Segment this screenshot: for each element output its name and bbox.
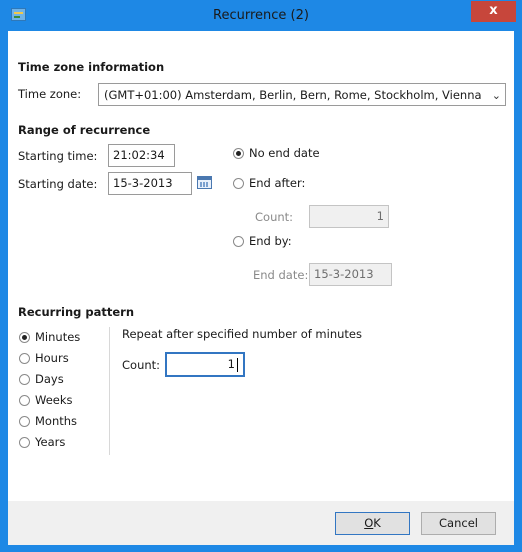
range-header: Range of recurrence [18, 123, 151, 137]
end-by-radio[interactable] [233, 236, 244, 247]
dialog-body: Time zone information Time zone: (GMT+01… [8, 31, 514, 545]
recurrence-dialog: Recurrence (2) x Time zone information T… [0, 0, 522, 552]
pattern-label-years[interactable]: Years [35, 435, 65, 449]
starting-time-input[interactable]: 21:02:34 [108, 144, 175, 167]
pattern-radio-days[interactable] [19, 374, 30, 385]
ok-button[interactable]: OK [335, 512, 410, 535]
pattern-label-months[interactable]: Months [35, 414, 77, 428]
end-after-count-input[interactable]: 1 [309, 205, 389, 228]
timezone-select[interactable]: (GMT+01:00) Amsterdam, Berlin, Bern, Rom… [98, 83, 506, 106]
pattern-radio-months[interactable] [19, 416, 30, 427]
starting-time-label: Starting time: [18, 149, 98, 163]
pattern-radio-years[interactable] [19, 437, 30, 448]
pattern-label-days[interactable]: Days [35, 372, 64, 386]
end-by-label[interactable]: End by: [249, 234, 292, 248]
cancel-button[interactable]: Cancel [421, 512, 496, 535]
pattern-label-hours[interactable]: Hours [35, 351, 69, 365]
title-bar[interactable]: Recurrence (2) x [1, 1, 521, 31]
pattern-count-input[interactable]: 1 [165, 352, 245, 377]
calendar-icon[interactable] [197, 176, 212, 189]
timezone-value: (GMT+01:00) Amsterdam, Berlin, Bern, Rom… [104, 88, 482, 102]
pattern-divider [109, 327, 110, 455]
ok-accel: O [364, 516, 374, 530]
end-after-label[interactable]: End after: [249, 176, 305, 190]
pattern-label-weeks[interactable]: Weeks [35, 393, 73, 407]
no-end-date-radio[interactable] [233, 148, 244, 159]
end-date-label: End date: [253, 268, 309, 282]
chevron-down-icon: ⌄ [491, 89, 501, 102]
end-date-input[interactable]: 15-3-2013 [309, 263, 392, 286]
timezone-label: Time zone: [18, 87, 82, 101]
pattern-header: Recurring pattern [18, 305, 135, 319]
pattern-description: Repeat after specified number of minutes [122, 327, 362, 341]
starting-date-label: Starting date: [18, 177, 98, 191]
pattern-radio-hours[interactable] [19, 353, 30, 364]
pattern-radio-minutes[interactable] [19, 332, 30, 343]
window-title: Recurrence (2) [213, 8, 309, 23]
pattern-label-minutes[interactable]: Minutes [35, 330, 80, 344]
button-bar: OK Cancel [8, 501, 514, 545]
pattern-count-label: Count: [122, 358, 161, 372]
text-caret [237, 358, 238, 372]
close-button[interactable]: x [471, 1, 516, 22]
ok-rest: K [373, 516, 381, 530]
end-after-radio[interactable] [233, 178, 244, 189]
timezone-header: Time zone information [18, 60, 165, 74]
starting-date-input[interactable]: 15-3-2013 [108, 172, 192, 195]
end-after-count-label: Count: [255, 210, 294, 224]
no-end-date-label[interactable]: No end date [249, 146, 320, 160]
pattern-radio-weeks[interactable] [19, 395, 30, 406]
